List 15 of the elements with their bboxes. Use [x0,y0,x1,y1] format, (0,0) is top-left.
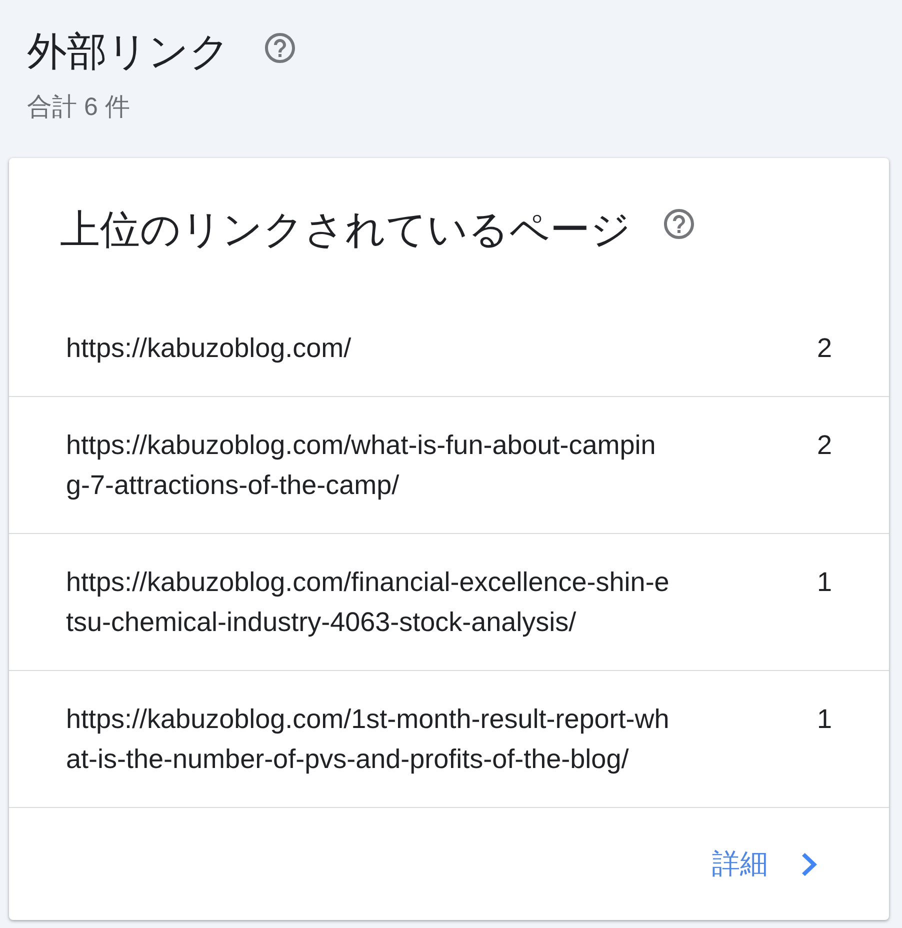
help-icon[interactable] [664,209,694,239]
link-count: 1 [816,566,832,599]
link-count: 2 [816,429,832,462]
page-url: https://kabuzoblog.com/what-is-fun-about-camping-7-attractions-of-the-camp/ [66,429,657,502]
link-count: 2 [816,332,832,365]
link-count: 1 [816,703,832,736]
page-title: 外部リンク [27,29,230,75]
chevron-right-icon [802,852,817,876]
help-icon[interactable] [265,33,295,63]
total-count: 合計 6 件 [27,92,131,122]
page-url: https://kabuzoblog.com/ [66,332,352,365]
page-url: https://kabuzoblog.com/1st-month-result-report-what-is-the-number-of-pvs-and-profits-of-the-blog/ [66,703,670,776]
page-url: https://kabuzoblog.com/financial-excellence-shin-etsu-chemical-industry-4063-stock-analysis/ [66,566,670,639]
details-link[interactable]: 詳細 [712,846,817,882]
card-title: 上位のリンクされているページ [60,208,631,252]
